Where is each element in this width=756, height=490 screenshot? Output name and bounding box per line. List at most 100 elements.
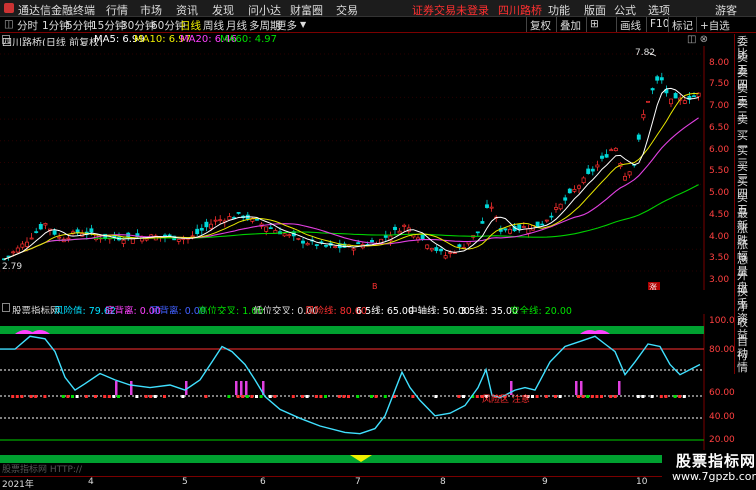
candle-body [682,100,687,104]
quote-label[interactable]: 行情 [737,350,756,374]
candle-body [190,235,195,238]
menu-news[interactable]: 资讯 [176,2,198,18]
price-tick: 5.00 [709,188,730,198]
divergence-bar [130,381,133,395]
signal-dot [324,395,327,398]
candle-body [301,240,305,244]
period-daily[interactable]: 日线 [180,18,201,33]
candle-body [480,221,485,224]
menu-layout[interactable]: 版面 [584,2,606,18]
period-more[interactable]: 更多 [276,18,297,33]
indicator-toggle-icon[interactable] [2,303,10,312]
price-tick: 8.00 [709,58,730,68]
menu-function[interactable]: 功能 [548,2,570,18]
candle-body [457,244,462,247]
candle-body [11,251,16,254]
candle-body [287,234,292,237]
menu-shichang[interactable]: 市场 [140,2,162,18]
add-watchlist-button[interactable]: +自选 [696,17,736,32]
candle-body [558,203,563,210]
signal-dot [259,395,263,398]
adjust-button[interactable]: 复权 [526,17,554,32]
period-5min[interactable]: 5分钟 [66,18,94,33]
period-intraday[interactable]: 分时 [17,18,38,33]
signal-dot [337,395,341,398]
menu-market[interactable]: 行情 [106,2,128,18]
candle-body [282,233,287,237]
date-tick: 8 [440,477,446,487]
signal-dot [268,395,272,398]
candle-body [517,224,522,230]
divergence-bar [580,381,583,395]
window-controls-icon[interactable]: ◫ ⊗ [687,34,708,45]
candle-body [356,242,361,245]
signal-dot [347,395,350,398]
signal-dot [245,395,249,398]
candle-body [613,147,618,152]
risk-indicator-chart[interactable]: 风险区 注意 股票指标网 HTTP:// [0,314,705,476]
app-title: 通达信金融终端 [18,4,95,17]
candle-body [296,237,301,240]
candle-body [586,168,591,174]
signal-dot [558,395,562,398]
menu-wealth[interactable]: 财富圈 [290,2,323,18]
signal-dot [107,395,111,398]
menu-discover[interactable]: 发现 [212,2,234,18]
candle-body [268,227,273,230]
signal-dot [20,395,24,398]
period-monthly[interactable]: 月线 [226,18,247,33]
user-label[interactable]: 游客 [715,2,737,18]
watermark-title: 股票指标网 [676,452,756,470]
candle-body [443,255,448,259]
menu-trade[interactable]: 交易 [336,2,358,18]
candle-body [572,189,577,192]
menu-ask[interactable]: 问小达 [248,2,281,18]
candle-body [554,207,558,210]
menu-options[interactable]: 选项 [648,2,670,18]
candle-body [15,247,20,253]
date-tick: 9 [542,477,548,487]
candle-body [213,219,218,222]
signal-dot [227,395,231,398]
kline-chart[interactable]: 7.82 2.79 B 涨 [0,46,705,290]
menu-formula[interactable]: 公式 [614,2,636,18]
candle-body [590,168,595,172]
price-tick: 6.00 [709,145,730,155]
candle-body [540,223,545,226]
signal-dot [577,395,580,398]
candle-body [199,227,204,231]
signal-dot [250,395,254,398]
price-tick: 7.00 [709,101,730,111]
signal-dot [636,395,640,398]
candle-body [439,248,443,252]
candle-body [489,206,494,209]
period-weekly[interactable]: 周线 [203,18,224,33]
toggle-icon[interactable]: ◫ [4,18,14,30]
more-chevron-icon[interactable]: ▼ [300,20,306,29]
trade-status-warning[interactable]: 证券交易未登录 [412,2,489,18]
candle-body [43,223,48,226]
signal-dot [291,395,295,398]
mark-button[interactable]: 标记 [668,17,696,32]
signal-dot [609,395,613,398]
signal-dot [475,395,479,398]
signal-dot [531,395,534,398]
overlay-button[interactable]: 叠加 [556,17,584,32]
candle-body [581,177,586,184]
menu-bar: 通达信金融终端 行情 市场 资讯 发现 问小达 财富圈 交易 证券交易未登录 四… [0,0,756,17]
candle-body [641,114,646,119]
signal-dot [434,395,438,398]
candle-body [121,239,126,244]
auto-quote-panel[interactable]: 自动 行情 [734,334,756,374]
candle-body [227,216,232,221]
candle-body [264,226,269,232]
signal-dot [356,395,360,398]
price-tick: 4.50 [709,210,730,220]
stock-icon-button[interactable]: ⊞ [586,17,616,32]
candle-body [563,197,568,201]
candle-body [595,164,600,168]
candle-body [535,221,540,228]
signal-dot [305,395,309,398]
draw-button[interactable]: 画线 [616,17,644,32]
price-tick: 4.00 [709,232,730,242]
